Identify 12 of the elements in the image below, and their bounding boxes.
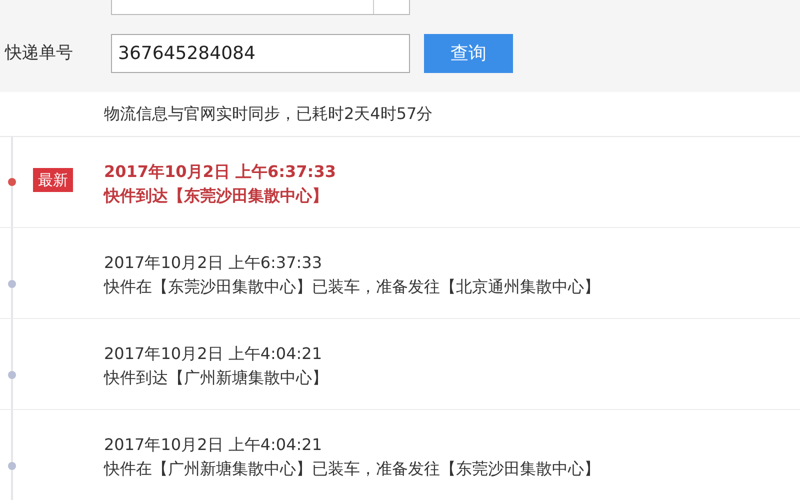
timeline-time: 2017年10月2日 上午6:37:33 bbox=[104, 161, 336, 183]
tracking-number-field[interactable]: 367645284084 bbox=[111, 34, 410, 73]
sync-note: 物流信息与官网实时同步，已耗时2天4时57分 bbox=[104, 103, 433, 125]
tracking-number-label: 快递单号 bbox=[4, 42, 74, 65]
timeline-time: 2017年10月2日 上午4:04:21 bbox=[104, 343, 324, 365]
latest-badge: 最新 bbox=[33, 168, 73, 192]
timeline-time: 2017年10月2日 上午6:37:33 bbox=[104, 252, 324, 274]
timeline-description: 快件在【广州新塘集散中心】已装车，准备发往【东莞沙田集散中心】 bbox=[104, 458, 600, 480]
timeline-description: 快件到达【广州新塘集散中心】 bbox=[104, 367, 328, 389]
timeline-description: 快件到达【东莞沙田集散中心】 bbox=[104, 185, 329, 207]
timeline-description: 快件在【东莞沙田集散中心】已装车，准备发往【北京通州集散中心】 bbox=[104, 276, 600, 298]
timeline-time: 2017年10月2日 上午4:04:21 bbox=[104, 434, 324, 456]
